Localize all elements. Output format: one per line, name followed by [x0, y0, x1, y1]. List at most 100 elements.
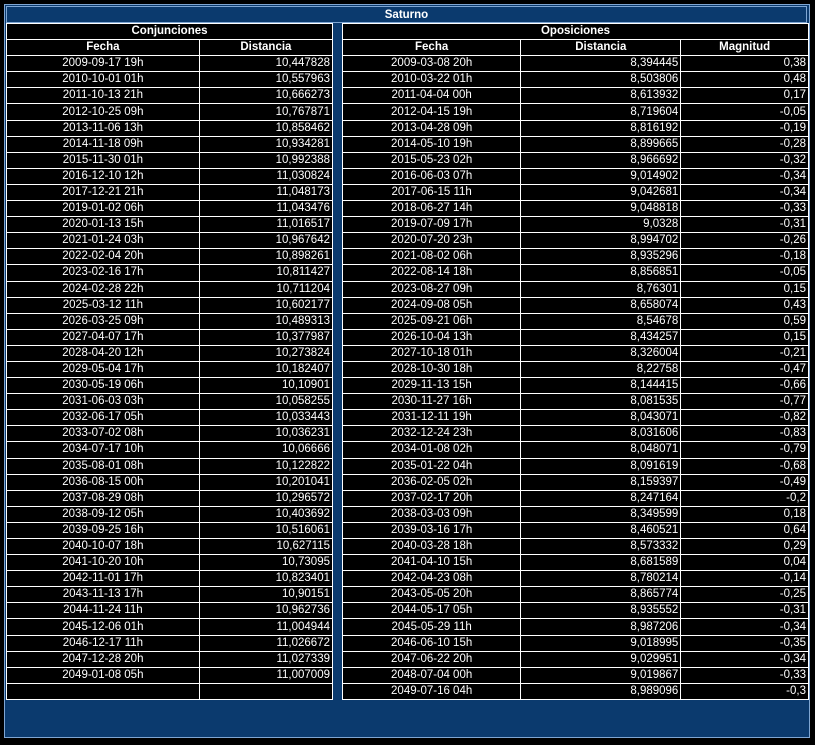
table-row: 2046-12-17 11h 11,026672: [7, 635, 332, 651]
table-cell: 2023-02-16 17h: [7, 265, 199, 281]
table-cell: 2036-08-15 00h: [7, 474, 199, 490]
table-cell: 2041-10-20 10h: [7, 555, 199, 571]
table-cell: 8,048071: [521, 442, 681, 458]
table-row: 2013-04-28 09h 8,816192 -0,19: [343, 120, 808, 136]
table-cell: 2016-12-10 12h: [7, 168, 199, 184]
table-cell: 0,43: [681, 297, 808, 313]
table-cell: 2028-04-20 12h: [7, 345, 199, 361]
table-cell: 10,962736: [199, 603, 332, 619]
table-cell: 8,780214: [521, 571, 681, 587]
table-cell: [7, 683, 199, 699]
table-row: 2031-12-11 19h 8,043071 -0,82: [343, 410, 808, 426]
table-cell: 8,349599: [521, 506, 681, 522]
table-cell: -0,77: [681, 394, 808, 410]
table-cell: 2039-03-16 17h: [343, 522, 521, 538]
table-row: 2012-10-25 09h 10,767871: [7, 104, 332, 120]
table-cell: 8,434257: [521, 329, 681, 345]
table-cell: 8,681589: [521, 555, 681, 571]
table-cell: 8,816192: [521, 120, 681, 136]
table-cell: 2024-02-28 22h: [7, 281, 199, 297]
table-cell: -0,47: [681, 361, 808, 378]
oppositions-table: Oposiciones Fecha Distancia Magnitud 200…: [342, 23, 809, 700]
table-row: 2016-06-03 07h 9,014902 -0,34: [343, 168, 808, 184]
table-cell: 2032-06-17 05h: [7, 410, 199, 426]
table-cell: 11,004944: [199, 619, 332, 635]
table-cell: [199, 683, 332, 699]
table-row: 2013-11-06 13h 10,858462: [7, 120, 332, 136]
table-cell: 8,76301: [521, 281, 681, 297]
table-row: 2023-02-16 17h 10,811427: [7, 265, 332, 281]
table-cell: 2019-07-09 17h: [343, 217, 521, 233]
table-row: 2040-03-28 18h 8,573332 0,29: [343, 539, 808, 555]
table-cell: 10,767871: [199, 104, 332, 120]
table-cell: 8,503806: [521, 72, 681, 88]
table-cell: 8,091619: [521, 458, 681, 474]
table-cell: 2048-07-04 00h: [343, 667, 521, 683]
table-cell: 11,027339: [199, 651, 332, 667]
table-cell: 8,865774: [521, 587, 681, 603]
table-cell: 2049-01-08 05h: [7, 667, 199, 683]
table-row: 2045-12-06 01h 11,004944: [7, 619, 332, 635]
table-cell: 2043-05-05 20h: [343, 587, 521, 603]
table-row: 2021-01-24 03h 10,967642: [7, 233, 332, 249]
page-title: Saturno: [6, 6, 807, 23]
table-cell: 2041-04-10 15h: [343, 555, 521, 571]
table-cell: 2044-11-24 11h: [7, 603, 199, 619]
table-cell: 2024-09-08 05h: [343, 297, 521, 313]
table-cell: 8,081535: [521, 394, 681, 410]
table-cell: 8,159397: [521, 474, 681, 490]
table-row: 2027-10-18 01h 8,326004 -0,21: [343, 345, 808, 361]
table-cell: 2027-04-07 17h: [7, 329, 199, 345]
table-cell: 2019-01-02 06h: [7, 201, 199, 217]
table-row: 2035-01-22 04h 8,091619 -0,68: [343, 458, 808, 474]
table-cell: 10,858462: [199, 120, 332, 136]
table-cell: 9,029951: [521, 651, 681, 667]
table-cell: 2045-05-29 11h: [343, 619, 521, 635]
table-cell: 8,987206: [521, 619, 681, 635]
table-cell: -0,25: [681, 587, 808, 603]
table-cell: 10,447828: [199, 56, 332, 72]
table-cell: 0,15: [681, 329, 808, 345]
table-cell: 9,018995: [521, 635, 681, 651]
table-row: 2047-06-22 20h 9,029951 -0,34: [343, 651, 808, 667]
oppositions-heading: Oposiciones: [343, 24, 808, 40]
table-row: 2037-02-17 20h 8,247164 -0,2: [343, 490, 808, 506]
table-cell: 10,489313: [199, 313, 332, 329]
table-row: 2039-03-16 17h 8,460521 0,64: [343, 522, 808, 538]
table-cell: -0,66: [681, 378, 808, 394]
table-cell: -0,31: [681, 603, 808, 619]
table-cell: 8,935552: [521, 603, 681, 619]
table-cell: 2010-03-22 01h: [343, 72, 521, 88]
table-cell: 10,666273: [199, 88, 332, 104]
table-row: 2023-08-27 09h 8,76301 0,15: [343, 281, 808, 297]
table-cell: 0,29: [681, 539, 808, 555]
table-row: 2024-02-28 22h 10,711204: [7, 281, 332, 297]
table-cell: -0,33: [681, 201, 808, 217]
column-header-distancia: Distancia: [521, 40, 681, 56]
table-cell: 2025-03-12 11h: [7, 297, 199, 313]
table-cell: 2030-11-27 16h: [343, 394, 521, 410]
table-cell: 2034-01-08 02h: [343, 442, 521, 458]
table-row: 2042-04-23 08h 8,780214 -0,14: [343, 571, 808, 587]
column-header-distancia: Distancia: [199, 40, 332, 56]
conjunctions-heading: Conjunciones: [7, 24, 332, 40]
table-row: 2019-07-09 17h 9,0328 -0,31: [343, 217, 808, 233]
table-cell: 8,719604: [521, 104, 681, 120]
table-row: 2034-01-08 02h 8,048071 -0,79: [343, 442, 808, 458]
column-header-magnitud: Magnitud: [681, 40, 808, 56]
table-cell: -0,26: [681, 233, 808, 249]
table-cell: -0,19: [681, 120, 808, 136]
table-row: 2035-08-01 08h 10,122822: [7, 458, 332, 474]
table-row: 2011-04-04 00h 8,613932 0,17: [343, 88, 808, 104]
table-cell: 8,043071: [521, 410, 681, 426]
table-cell: 2031-12-11 19h: [343, 410, 521, 426]
table-cell: -0,31: [681, 217, 808, 233]
table-cell: 2022-08-14 18h: [343, 265, 521, 281]
table-cell: 11,030824: [199, 168, 332, 184]
table-cell: -0,68: [681, 458, 808, 474]
table-cell: -0,18: [681, 249, 808, 265]
table-row: 2030-05-19 06h 10,10901: [7, 378, 332, 394]
table-cell: 2009-03-08 20h: [343, 56, 521, 72]
table-cell: 2013-04-28 09h: [343, 120, 521, 136]
table-row: 2010-10-01 01h 10,557963: [7, 72, 332, 88]
